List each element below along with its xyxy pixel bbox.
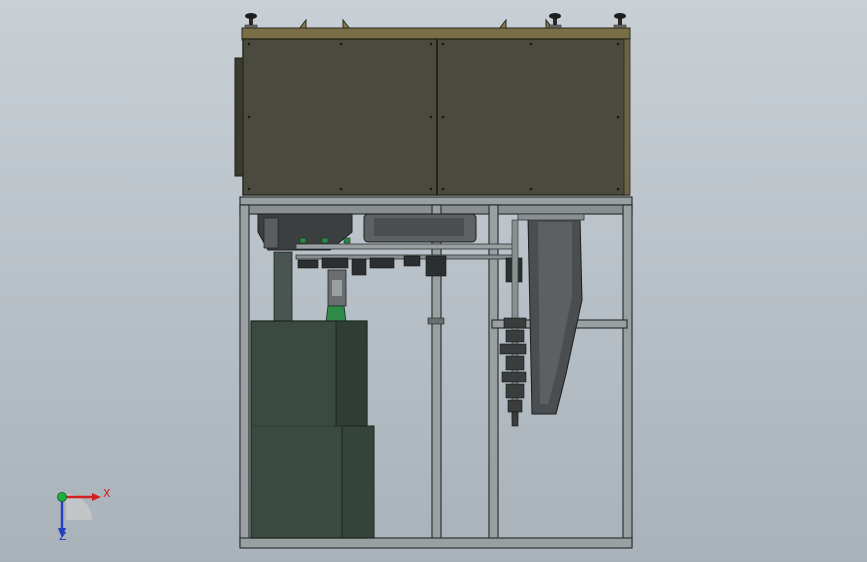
leveling-knob-left[interactable]	[244, 13, 258, 30]
enclosure-panel-left	[242, 38, 438, 196]
machine-assembly-model[interactable]	[0, 0, 867, 562]
frame-top-beam	[239, 196, 633, 206]
base-cabinet[interactable]	[250, 320, 375, 539]
frame-upright-right	[622, 204, 633, 546]
cabinet-side-panel	[335, 320, 368, 427]
enclosure-top-rail	[241, 27, 631, 41]
green-nozzle	[325, 305, 347, 323]
upper-mechanism[interactable]	[257, 213, 523, 323]
support-column	[273, 251, 293, 323]
cabinet-lower-door	[341, 425, 375, 539]
z-axis-label: Z	[59, 530, 67, 543]
frame-upright-left	[239, 204, 250, 546]
cad-viewport[interactable]: X Z	[0, 0, 867, 562]
center-pin	[427, 317, 445, 325]
enclosure-side-handle[interactable]	[234, 57, 244, 177]
leveling-knob-right[interactable]	[613, 13, 627, 30]
slide-rail-upper	[295, 243, 515, 250]
enclosure-panel-right	[436, 38, 630, 196]
spindle-assembly	[499, 317, 527, 427]
leveling-knob-mid-right[interactable]	[548, 13, 562, 30]
frame-bottom-beam	[239, 537, 633, 549]
top-enclosure[interactable]	[234, 13, 631, 196]
y-axis-origin-icon	[57, 492, 67, 502]
x-axis-label: X	[103, 487, 111, 500]
